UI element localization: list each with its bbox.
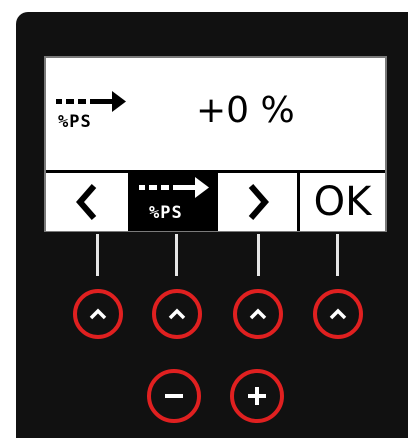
softkey-previous[interactable] xyxy=(46,173,131,231)
connector-line xyxy=(96,234,99,276)
chevron-left-icon xyxy=(76,184,97,220)
softkey-row: %PS OK xyxy=(46,170,385,231)
softkey-4-button[interactable] xyxy=(313,289,363,339)
minus-icon xyxy=(165,394,183,398)
dashed-arrow-icon xyxy=(139,177,209,198)
chevron-up-icon xyxy=(329,308,347,320)
softkey-3-button[interactable] xyxy=(233,289,283,339)
softkey-mode[interactable]: %PS xyxy=(131,173,218,231)
softkey-ok[interactable]: OK xyxy=(300,173,385,231)
value-readout: +0 % xyxy=(196,90,295,131)
plus-button[interactable] xyxy=(230,369,284,423)
softkey-mode-unit: %PS xyxy=(149,203,183,223)
chevron-up-icon xyxy=(249,308,267,320)
softkey-2-button[interactable] xyxy=(152,289,202,339)
dashed-arrow-icon xyxy=(56,91,126,112)
mode-indicator: %PS xyxy=(56,90,126,140)
connector-line xyxy=(336,234,339,276)
ok-label: OK xyxy=(313,179,372,225)
connector-line xyxy=(175,234,178,276)
lcd-screen: %PS +0 % %PS OK xyxy=(44,56,387,232)
minus-button[interactable] xyxy=(147,369,201,423)
chevron-right-icon xyxy=(248,184,269,220)
softkey-next[interactable] xyxy=(218,173,300,231)
plus-icon xyxy=(248,387,266,405)
connector-line xyxy=(257,234,260,276)
chevron-up-icon xyxy=(168,308,186,320)
softkey-1-button[interactable] xyxy=(73,289,123,339)
mode-unit-label: %PS xyxy=(58,112,92,132)
chevron-up-icon xyxy=(89,308,107,320)
